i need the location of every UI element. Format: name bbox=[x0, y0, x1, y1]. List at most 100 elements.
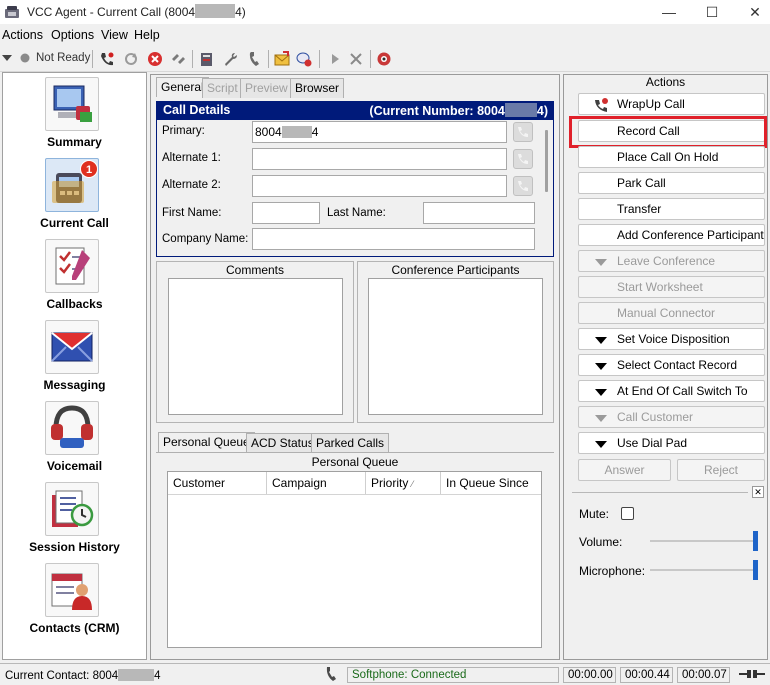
primary-number-field[interactable]: 8004 4 bbox=[252, 121, 507, 143]
dropdown-arrow-icon[interactable] bbox=[2, 53, 12, 63]
refresh-icon[interactable] bbox=[123, 51, 139, 67]
alternate2-field[interactable] bbox=[252, 175, 507, 197]
first-name-field[interactable] bbox=[252, 202, 320, 224]
menu-actions[interactable]: Actions bbox=[2, 28, 43, 42]
call-customer-button[interactable]: Call Customer bbox=[578, 406, 765, 428]
microphone-label: Microphone: bbox=[579, 564, 646, 578]
tab-acd-status[interactable]: ACD Status bbox=[246, 433, 319, 453]
end-of-call-switch-button[interactable]: At End Of Call Switch To bbox=[578, 380, 765, 402]
tab-divider bbox=[156, 452, 554, 453]
toolbar-separator bbox=[92, 50, 93, 68]
stop-icon[interactable] bbox=[147, 51, 163, 67]
disconnect-icon[interactable] bbox=[170, 51, 186, 67]
messaging-icon bbox=[51, 332, 93, 362]
volume-slider-thumb[interactable] bbox=[753, 531, 758, 551]
wrench-icon[interactable] bbox=[222, 51, 238, 67]
close-audio-panel-button[interactable]: ✕ bbox=[752, 486, 764, 498]
leave-conference-button[interactable]: Leave Conference bbox=[578, 250, 765, 272]
transfer-button[interactable]: Transfer bbox=[578, 198, 765, 220]
start-worksheet-button[interactable]: Start Worksheet bbox=[578, 276, 765, 298]
menu-help[interactable]: Help bbox=[134, 28, 160, 42]
nav-callbacks-tile[interactable] bbox=[45, 239, 99, 293]
nav-summary-tile[interactable] bbox=[45, 77, 99, 131]
handset-icon[interactable] bbox=[246, 51, 262, 67]
alternate2-label: Alternate 2: bbox=[162, 179, 221, 191]
voicemail-icon bbox=[51, 405, 93, 448]
toolbar-separator bbox=[268, 50, 269, 68]
comments-textarea[interactable] bbox=[168, 278, 343, 415]
column-campaign[interactable]: Campaign bbox=[267, 472, 366, 494]
nav-session-history-tile[interactable] bbox=[45, 482, 99, 536]
notes-icon[interactable] bbox=[199, 51, 215, 67]
answer-button[interactable]: Answer bbox=[578, 459, 671, 481]
actions-title: Actions bbox=[645, 75, 686, 89]
call-details-scrollbar[interactable] bbox=[545, 130, 548, 192]
use-dial-pad-button[interactable]: Use Dial Pad bbox=[578, 432, 765, 454]
wrapup-call-button[interactable]: WrapUp Call bbox=[578, 93, 765, 115]
mute-checkbox[interactable] bbox=[621, 507, 634, 520]
alternate1-field[interactable] bbox=[252, 148, 507, 170]
nav-voicemail-tile[interactable] bbox=[45, 401, 99, 455]
column-customer[interactable]: Customer bbox=[168, 472, 267, 494]
tab-preview[interactable]: Preview bbox=[240, 78, 293, 98]
redacted-block bbox=[504, 103, 537, 117]
nav-contacts-tile[interactable] bbox=[45, 563, 99, 617]
column-priority[interactable]: Priority ⁄ bbox=[366, 472, 441, 494]
nav-voicemail-label[interactable]: Voicemail bbox=[2, 459, 147, 473]
maximize-button[interactable]: ☐ bbox=[700, 2, 724, 22]
email-icon[interactable] bbox=[274, 51, 290, 67]
softphone-status: Softphone: Connected bbox=[347, 667, 559, 683]
chat-icon[interactable] bbox=[296, 51, 312, 67]
reject-button[interactable]: Reject bbox=[677, 459, 765, 481]
timer-3: 00:00.07 bbox=[677, 667, 730, 683]
menu-options[interactable]: Options bbox=[51, 28, 94, 42]
menu-view[interactable]: View bbox=[101, 28, 128, 42]
summary-icon bbox=[53, 85, 92, 122]
current-contact-status: Current Contact: 8004 4 bbox=[5, 669, 161, 682]
nav-callbacks-label[interactable]: Callbacks bbox=[2, 297, 147, 311]
nav-session-history-label[interactable]: Session History bbox=[2, 540, 147, 554]
tab-personal-queue[interactable]: Personal Queue bbox=[158, 432, 255, 452]
close-icon[interactable] bbox=[348, 51, 364, 67]
call-alternate2-button[interactable] bbox=[513, 176, 533, 196]
park-call-button[interactable]: Park Call bbox=[578, 172, 765, 194]
last-name-field[interactable] bbox=[423, 202, 535, 224]
personal-queue-table[interactable]: Customer Campaign Priority ⁄ In Queue Si… bbox=[167, 471, 542, 648]
place-call-on-hold-button[interactable]: Place Call On Hold bbox=[578, 146, 765, 168]
close-window-button[interactable]: ✕ bbox=[743, 2, 767, 22]
conference-participants-list[interactable] bbox=[368, 278, 543, 415]
phone-icon[interactable] bbox=[99, 51, 115, 67]
redacted-block bbox=[195, 4, 236, 18]
agent-status-label[interactable]: Not Ready bbox=[36, 52, 90, 64]
manual-connector-button[interactable]: Manual Connector bbox=[578, 302, 765, 324]
column-in-queue-since[interactable]: In Queue Since bbox=[441, 472, 541, 494]
first-name-label: First Name: bbox=[162, 207, 222, 219]
company-name-field[interactable] bbox=[252, 228, 535, 250]
microphone-slider-thumb[interactable] bbox=[753, 560, 758, 580]
volume-slider[interactable] bbox=[650, 540, 758, 542]
nav-contacts-label[interactable]: Contacts (CRM) bbox=[2, 621, 147, 635]
add-conference-participant-button[interactable]: Add Conference Participant bbox=[578, 224, 765, 246]
tab-browser[interactable]: Browser bbox=[290, 78, 345, 98]
last-name-label: Last Name: bbox=[327, 207, 386, 219]
play-icon[interactable] bbox=[327, 51, 343, 67]
select-contact-record-button[interactable]: Select Contact Record bbox=[578, 354, 765, 376]
callbacks-icon bbox=[55, 247, 90, 285]
call-details-title: Call Details bbox=[163, 103, 231, 117]
tab-script[interactable]: Script bbox=[202, 78, 243, 98]
set-voice-disposition-button[interactable]: Set Voice Disposition bbox=[578, 328, 765, 350]
nav-current-call-label[interactable]: Current Call bbox=[2, 216, 147, 230]
microphone-slider[interactable] bbox=[650, 569, 758, 571]
minimize-button[interactable]: — bbox=[657, 2, 681, 22]
tab-parked-calls[interactable]: Parked Calls bbox=[311, 433, 390, 453]
nav-messaging-tile[interactable] bbox=[45, 320, 99, 374]
call-alternate1-button[interactable] bbox=[513, 149, 533, 169]
nav-messaging-label[interactable]: Messaging bbox=[2, 378, 147, 392]
record-call-highlight bbox=[569, 116, 767, 148]
chevron-down-icon bbox=[595, 389, 607, 396]
call-primary-button[interactable] bbox=[513, 122, 533, 142]
network-icon[interactable] bbox=[376, 51, 392, 67]
toolbar-separator bbox=[370, 50, 371, 68]
tab-general[interactable]: General bbox=[156, 77, 209, 97]
nav-summary-label[interactable]: Summary bbox=[2, 135, 147, 149]
